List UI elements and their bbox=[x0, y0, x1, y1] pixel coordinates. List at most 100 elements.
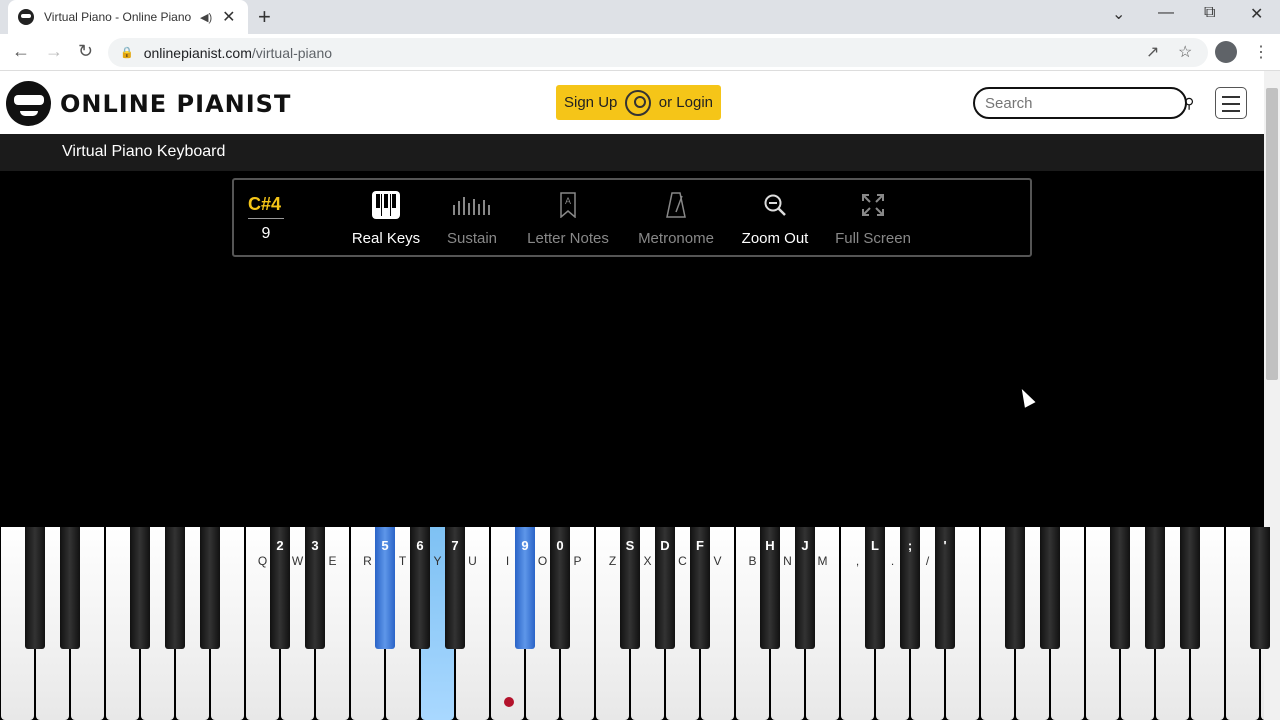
black-key[interactable]: H bbox=[760, 527, 780, 649]
black-key[interactable] bbox=[1110, 527, 1130, 649]
close-window-icon[interactable]: ✕ bbox=[1250, 4, 1263, 24]
login-label: or Login bbox=[658, 94, 713, 111]
sustain-bars-icon bbox=[417, 188, 527, 222]
middle-c-marker bbox=[504, 697, 514, 707]
black-key-label: H bbox=[765, 538, 775, 553]
metronome-button[interactable]: Metronome bbox=[621, 188, 731, 247]
search-input[interactable] bbox=[985, 94, 1184, 112]
black-key-label: 2 bbox=[276, 538, 284, 553]
browser-menu-icon[interactable]: ⋮ bbox=[1253, 42, 1269, 62]
page-title-bar: Virtual Piano Keyboard bbox=[0, 134, 1264, 171]
zoom-out-button[interactable]: Zoom Out bbox=[720, 188, 830, 247]
black-key-label: ; bbox=[907, 538, 913, 553]
tool-label: Full Screen bbox=[835, 230, 911, 247]
black-key-label: D bbox=[660, 538, 670, 553]
tool-label: Letter Notes bbox=[527, 230, 609, 247]
black-key[interactable] bbox=[1145, 527, 1165, 649]
chevron-down-icon[interactable]: ⌄ bbox=[1112, 4, 1125, 24]
black-key[interactable] bbox=[25, 527, 45, 649]
black-key[interactable] bbox=[1005, 527, 1025, 649]
black-key-label: S bbox=[625, 538, 635, 553]
lock-icon: 🔒 bbox=[120, 47, 134, 59]
url-path: /virtual-piano bbox=[251, 44, 333, 61]
black-key-label: L bbox=[871, 538, 879, 553]
black-key[interactable]: 0 bbox=[550, 527, 570, 649]
piano-toolbar: C#4 9 Real Keys Sustain A Letter Notes M… bbox=[232, 178, 1032, 257]
browser-tab[interactable]: Virtual Piano - Online Piano ◀) ✕ bbox=[8, 0, 248, 34]
page-title: Virtual Piano Keyboard bbox=[62, 143, 226, 160]
black-key-label: 0 bbox=[556, 538, 564, 553]
reload-icon[interactable]: ↻ bbox=[78, 41, 93, 62]
black-key[interactable]: ' bbox=[935, 527, 955, 649]
forward-icon[interactable]: → bbox=[45, 41, 63, 62]
metronome-icon bbox=[621, 188, 731, 222]
site-header: ONLINE PIANIST Sign Up or Login ⚲ bbox=[0, 71, 1264, 134]
black-key-label: 3 bbox=[311, 538, 319, 553]
black-key-label: 6 bbox=[416, 538, 424, 553]
black-key[interactable] bbox=[1180, 527, 1200, 649]
letter-note-icon: A bbox=[513, 188, 623, 222]
black-key-label: 5 bbox=[381, 538, 389, 553]
site-search: ⚲ bbox=[973, 87, 1194, 119]
share-icon[interactable]: ↗ bbox=[1146, 42, 1159, 62]
search-icon[interactable]: ⚲ bbox=[1184, 95, 1194, 112]
black-key[interactable]: L bbox=[865, 527, 885, 649]
black-key-label: F bbox=[696, 538, 704, 553]
black-key-label: J bbox=[801, 538, 809, 553]
current-note-display: C#4 9 bbox=[248, 194, 284, 243]
zoom-out-icon bbox=[720, 188, 830, 222]
black-key[interactable] bbox=[60, 527, 80, 649]
tab-title: Virtual Piano - Online Piano bbox=[44, 10, 192, 24]
tool-label: Metronome bbox=[638, 230, 714, 247]
piano-keyboard: Q W E R T Y U I O P Z X C V B N M,./2 3 5 6 7 9 0 S D F H J L; ' bbox=[0, 525, 1280, 720]
tool-label: Sustain bbox=[446, 230, 498, 247]
black-key[interactable] bbox=[1250, 527, 1270, 649]
profile-avatar[interactable] bbox=[1215, 41, 1237, 63]
url-host: onlinepianist.com bbox=[143, 44, 252, 61]
browser-tab-strip: Virtual Piano - Online Piano ◀) ✕ + ⌄ — … bbox=[0, 0, 1280, 34]
signup-login-button[interactable]: Sign Up or Login bbox=[556, 85, 721, 120]
logo-icon[interactable] bbox=[6, 81, 51, 126]
mouse-cursor-icon bbox=[1016, 386, 1036, 408]
black-key[interactable]: ; bbox=[900, 527, 920, 649]
black-key[interactable]: 3 bbox=[305, 527, 325, 649]
new-tab-icon[interactable]: + bbox=[258, 4, 271, 30]
black-key-label: 7 bbox=[451, 538, 459, 553]
url-field[interactable]: 🔒 onlinepianist.com/virtual-piano bbox=[108, 38, 1208, 67]
black-key[interactable]: 9 bbox=[515, 527, 535, 649]
minimize-icon[interactable]: — bbox=[1158, 4, 1174, 22]
full-screen-button[interactable]: Full Screen bbox=[818, 188, 928, 247]
black-key[interactable]: J bbox=[795, 527, 815, 649]
black-key-label: 9 bbox=[521, 538, 529, 553]
black-key[interactable]: 6 bbox=[410, 527, 430, 649]
speaker-icon[interactable]: ◀) bbox=[200, 11, 212, 24]
black-key[interactable] bbox=[130, 527, 150, 649]
black-key[interactable]: 7 bbox=[445, 527, 465, 649]
black-key[interactable]: S bbox=[620, 527, 640, 649]
current-key: 9 bbox=[261, 225, 271, 242]
bookmark-star-icon[interactable]: ☆ bbox=[1178, 42, 1192, 62]
letter-notes-button[interactable]: A Letter Notes bbox=[513, 188, 623, 247]
black-key[interactable]: 2 bbox=[270, 527, 290, 649]
black-key[interactable] bbox=[200, 527, 220, 649]
signup-label: Sign Up bbox=[564, 94, 618, 111]
user-icon bbox=[625, 89, 652, 116]
restore-icon[interactable]: ⧉ bbox=[1204, 4, 1215, 22]
black-key[interactable]: 5 bbox=[375, 527, 395, 649]
current-note: C#4 bbox=[248, 194, 284, 219]
address-bar: ← → ↻ 🔒 onlinepianist.com/virtual-piano … bbox=[0, 34, 1280, 71]
site-favicon-icon bbox=[18, 9, 34, 25]
black-key-label: ' bbox=[943, 538, 947, 553]
close-tab-icon[interactable]: ✕ bbox=[222, 7, 235, 27]
hamburger-menu-icon[interactable] bbox=[1215, 87, 1247, 119]
svg-text:A: A bbox=[565, 196, 571, 206]
logo-text[interactable]: ONLINE PIANIST bbox=[60, 90, 291, 118]
black-key[interactable] bbox=[1040, 527, 1060, 649]
tool-label: Zoom Out bbox=[741, 230, 809, 247]
back-icon[interactable]: ← bbox=[12, 41, 30, 62]
black-key[interactable] bbox=[165, 527, 185, 649]
black-key[interactable]: F bbox=[690, 527, 710, 649]
sustain-button[interactable]: Sustain bbox=[417, 188, 527, 247]
black-key[interactable]: D bbox=[655, 527, 675, 649]
scrollbar-thumb[interactable] bbox=[1266, 88, 1278, 380]
